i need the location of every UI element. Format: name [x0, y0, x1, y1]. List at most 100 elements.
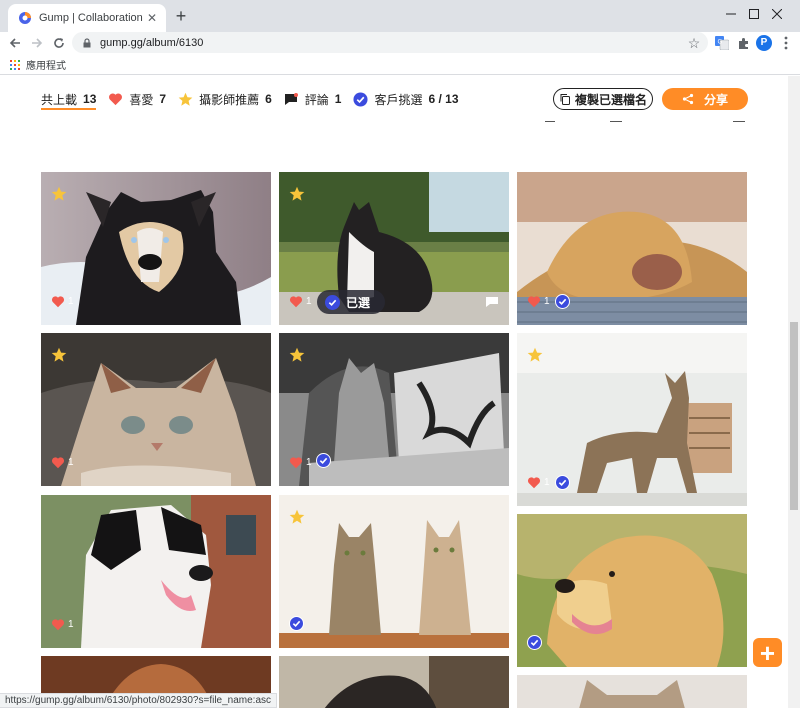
client-selected-chip[interactable]: 已選 [317, 290, 385, 314]
bookmark-star-icon[interactable]: ☆ [686, 35, 702, 51]
share-icon [682, 93, 694, 105]
lock-icon [83, 37, 91, 47]
photo-card-two-cats[interactable] [279, 495, 509, 648]
browser-tab[interactable]: Gump | Collaboration Platform ✕ [8, 4, 166, 32]
heart-icon [107, 91, 123, 107]
like-count: 1 [544, 295, 550, 307]
heart-icon [527, 476, 541, 488]
like-badge[interactable]: 1 [51, 455, 77, 469]
tab-title: Gump | Collaboration Platform [39, 12, 144, 24]
photo-partial-dog [279, 656, 509, 708]
client-selected-check-icon[interactable] [555, 294, 570, 309]
copy-icon [560, 94, 570, 105]
forward-button[interactable] [27, 33, 47, 53]
add-button[interactable]: + [753, 638, 782, 667]
share-button[interactable]: 分享 [662, 88, 748, 110]
back-button[interactable] [5, 33, 25, 53]
photo-card-golden-retriever[interactable] [517, 514, 747, 667]
star-icon[interactable] [527, 347, 543, 363]
client-selected-check-icon[interactable] [527, 635, 542, 650]
translate-extension-icon[interactable]: G [712, 33, 732, 53]
photo-card-husky[interactable]: 1 [41, 172, 271, 325]
heart-icon [51, 618, 65, 630]
reload-button[interactable] [49, 33, 69, 53]
apps-grid-icon [10, 59, 20, 70]
selected-label: 已選 [346, 295, 371, 310]
like-count: 1 [544, 476, 550, 488]
photo-card-labrador[interactable]: 1 [517, 172, 747, 325]
heart-icon [289, 295, 303, 307]
copy-button-label: 複製已選檔名 [574, 92, 647, 107]
filter-count: 13 [83, 92, 97, 106]
filter-label: 喜愛 [129, 92, 154, 107]
filter-all-uploads[interactable]: 共上載 13 [41, 88, 97, 110]
like-badge[interactable]: 1 [51, 294, 77, 308]
arrow-left-icon [9, 38, 20, 48]
like-badge[interactable]: 1 [289, 294, 315, 308]
copy-selected-filenames-button[interactable]: 複製已選檔名 [553, 88, 653, 110]
photo-card-bw-cat[interactable]: 1 已選 [279, 172, 509, 325]
heart-icon [51, 295, 65, 307]
like-badge[interactable]: 1 [527, 475, 553, 489]
photo-card-cat-laptop[interactable]: 1 [279, 333, 509, 486]
filter-label: 攝影師推薦 [199, 92, 260, 107]
svg-text:G: G [718, 39, 723, 46]
comment-icon[interactable] [485, 296, 499, 308]
heart-icon [51, 456, 65, 468]
star-icon [177, 91, 193, 107]
album-page: 共上載 13 喜愛 7 攝影師推薦 6 評論 1 客戶挑選 6 / 13 複製已… [0, 76, 788, 708]
star-icon[interactable] [289, 347, 305, 363]
like-count: 1 [306, 295, 312, 307]
profile-avatar[interactable]: P [754, 33, 774, 53]
star-icon[interactable] [51, 186, 67, 202]
filter-label: 共上載 [41, 92, 78, 107]
filter-count: 6 / 13 [428, 92, 459, 106]
tab-close-icon[interactable]: ✕ [144, 10, 160, 26]
extensions-puzzle-icon[interactable] [733, 33, 753, 53]
filter-client-picks[interactable]: 客戶挑選 6 / 13 [352, 89, 459, 109]
share-button-label: 分享 [703, 92, 728, 107]
profile-initial: P [756, 35, 772, 51]
star-icon[interactable] [289, 186, 305, 202]
heart-icon [289, 456, 303, 468]
like-count: 1 [68, 618, 74, 630]
browser-menu-icon[interactable] [776, 33, 796, 53]
photo-two-cats [279, 495, 509, 648]
like-count: 1 [68, 456, 74, 468]
plus-icon: + [759, 637, 776, 668]
apps-shortcut[interactable]: 應用程式 [10, 57, 66, 72]
gump-favicon-icon [19, 12, 31, 24]
photo-golden-retriever [517, 514, 747, 667]
star-icon[interactable] [51, 347, 67, 363]
photo-card-border-collie[interactable]: 1 [41, 495, 271, 648]
filter-bar: 共上載 13 喜愛 7 攝影師推薦 6 評論 1 客戶挑選 6 / 13 [41, 88, 470, 110]
photo-partial-cat [517, 675, 747, 708]
photo-card-crouching-cat[interactable]: 1 [41, 333, 271, 486]
like-badge[interactable]: 1 [51, 617, 77, 631]
close-icon [772, 9, 782, 19]
star-icon[interactable] [289, 509, 305, 525]
page-scrollbar[interactable] [788, 76, 800, 708]
filter-count: 7 [159, 92, 167, 106]
filter-favorites[interactable]: 喜愛 7 [107, 89, 166, 109]
client-selected-check-icon[interactable] [555, 475, 570, 490]
new-tab-button[interactable]: + [171, 7, 191, 27]
client-selected-check-icon[interactable] [316, 453, 331, 468]
filter-count: 6 [265, 92, 272, 106]
bookmarks-bar: 應用程式 [0, 54, 800, 75]
photo-card-partial-cat[interactable] [517, 675, 747, 708]
address-bar[interactable]: gump.gg/album/6130 ☆ [72, 32, 708, 53]
client-selected-check-icon[interactable] [289, 616, 304, 631]
like-badge[interactable]: 1 [289, 455, 315, 469]
filter-comments[interactable]: 評論 1 [283, 89, 342, 109]
check-circle-icon [352, 91, 368, 107]
photo-card-tabby-standing[interactable]: 1 [517, 333, 747, 506]
comment-icon [283, 91, 299, 107]
close-window-button[interactable] [754, 0, 800, 28]
filter-count: 1 [334, 92, 342, 106]
like-count: 1 [68, 295, 74, 307]
like-badge[interactable]: 1 [527, 294, 553, 308]
filter-photographer-picks[interactable]: 攝影師推薦 6 [177, 89, 272, 109]
photo-card-partial-dog[interactable] [279, 656, 509, 708]
scrollbar-thumb[interactable] [790, 322, 798, 510]
